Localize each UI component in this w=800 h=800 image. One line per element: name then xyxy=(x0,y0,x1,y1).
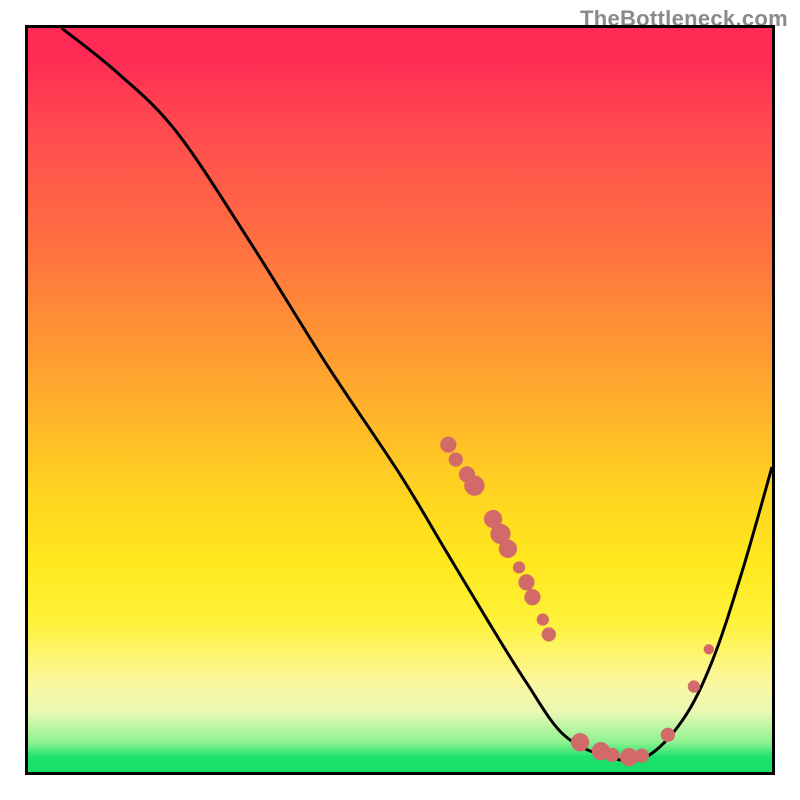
data-marker xyxy=(464,476,484,496)
chart-canvas: TheBottleneck.com xyxy=(0,0,800,800)
curve-line xyxy=(62,28,772,761)
data-marker xyxy=(661,728,675,742)
data-marker xyxy=(524,589,540,605)
scatter-markers xyxy=(440,437,713,766)
data-marker xyxy=(688,681,700,693)
data-marker xyxy=(440,437,456,453)
data-marker xyxy=(449,453,463,467)
data-marker xyxy=(635,749,649,763)
data-marker xyxy=(605,748,619,762)
data-marker xyxy=(704,644,714,654)
data-marker xyxy=(513,561,525,573)
plot-frame xyxy=(25,25,775,775)
data-marker xyxy=(499,540,517,558)
plot-svg xyxy=(28,28,772,772)
data-marker xyxy=(519,574,535,590)
data-marker xyxy=(571,733,589,751)
data-marker xyxy=(537,614,549,626)
data-marker xyxy=(542,627,556,641)
